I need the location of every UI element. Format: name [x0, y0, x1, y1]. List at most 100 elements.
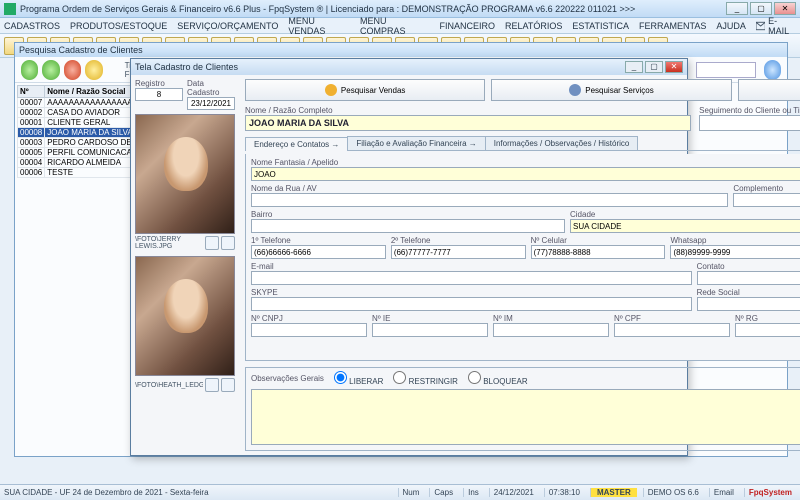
menu-estatistica[interactable]: ESTATISTICA	[572, 21, 629, 31]
rua-input[interactable]	[251, 193, 728, 207]
refresh-button[interactable]	[85, 60, 102, 80]
photo-1-path: \FOTO\JERRY LEWIS.JPG	[135, 236, 203, 250]
contato-input[interactable]	[697, 271, 800, 285]
menu-ferramentas[interactable]: FERRAMENTAS	[639, 21, 706, 31]
celular-label: Nº Celular	[531, 236, 666, 245]
cnpj-input[interactable]	[251, 323, 367, 337]
table-row[interactable]: 00005PERFIL COMUNICACAO	[18, 148, 144, 158]
table-row[interactable]: 00003PEDRO CARDOSO DE M	[18, 138, 144, 148]
radio-bloquear[interactable]: BLOQUEAR	[468, 371, 528, 386]
menu-ajuda[interactable]: AJUDA	[716, 21, 746, 31]
wrench-icon	[569, 84, 581, 96]
table-row-selected[interactable]: 00008JOAO MARIA DA SILVA	[18, 128, 144, 138]
client-photo-2[interactable]	[135, 256, 235, 376]
dialog-close-button[interactable]: ✕	[665, 61, 683, 73]
col-name[interactable]: Nome / Razão Social	[45, 86, 143, 98]
radio-restringir[interactable]: RESTRINGIR	[393, 371, 458, 386]
menu-vendas[interactable]: MENU VENDAS	[288, 16, 350, 36]
photo-2-zoom-button[interactable]	[221, 378, 235, 392]
pesquisar-vendas-button[interactable]: Pesquisar Vendas	[245, 79, 485, 101]
tel1-input[interactable]	[251, 245, 386, 259]
status-brand[interactable]: FpqSystem	[744, 488, 796, 497]
menu-relatorios[interactable]: RELATÓRIOS	[505, 21, 562, 31]
menu-compras[interactable]: MENU COMPRAS	[360, 16, 430, 36]
status-email[interactable]: Email	[709, 488, 738, 497]
menu-servico[interactable]: SERVIÇO/ORÇAMENTO	[177, 21, 278, 31]
dialog-maximize-button[interactable]: ▢	[645, 61, 663, 73]
data-cadastro-label: Data Cadastro	[187, 79, 235, 97]
photo-1-zoom-button[interactable]	[221, 236, 235, 250]
photo-2-browse-button[interactable]	[205, 378, 219, 392]
client-form: Pesquisar Vendas Pesquisar Serviços Pesq…	[239, 75, 800, 455]
close-button[interactable]: ✕	[774, 2, 796, 15]
menu-email[interactable]: E-MAIL	[756, 16, 796, 36]
menu-produtos[interactable]: PRODUTOS/ESTOQUE	[70, 21, 167, 31]
rede-social-label: Rede Social	[697, 288, 800, 297]
im-label: Nº IM	[493, 314, 609, 323]
status-num: Num	[398, 488, 424, 497]
status-version: DEMO OS 6.6	[643, 488, 703, 497]
data-cadastro-input[interactable]	[187, 97, 235, 110]
photo-1-browse-button[interactable]	[205, 236, 219, 250]
photo-2-path: \FOTO\HEATH_LEDGER_1	[135, 382, 203, 389]
col-number[interactable]: Nº	[18, 86, 45, 98]
observacoes-block: Observações Gerais LIBERAR RESTRINGIR BL…	[245, 367, 800, 451]
rede-social-input[interactable]	[697, 297, 800, 311]
menu-cadastros[interactable]: CADASTROS	[4, 21, 60, 31]
status-location: SUA CIDADE - UF 24 de Dezembro de 2021 -…	[4, 488, 392, 497]
table-row[interactable]: 00004RICARDO ALMEIDA	[18, 158, 144, 168]
bairro-label: Bairro	[251, 210, 565, 219]
nome-input[interactable]	[245, 115, 691, 131]
tab-informacoes[interactable]: Informações / Observações / Histórico	[485, 136, 639, 150]
dialog-minimize-button[interactable]: _	[625, 61, 643, 73]
seguimento-select[interactable]	[699, 115, 800, 131]
fantasia-input[interactable]	[251, 167, 800, 181]
observacoes-textarea[interactable]	[251, 389, 800, 445]
tel2-input[interactable]	[391, 245, 526, 259]
status-ins: Ins	[463, 488, 483, 497]
cidade-input[interactable]	[570, 219, 800, 233]
celular-input[interactable]	[531, 245, 666, 259]
skype-input[interactable]	[251, 297, 692, 311]
cpf-input[interactable]	[614, 323, 730, 337]
pesquisar-financeiro-button[interactable]: Pesquisar Financeiro	[738, 79, 800, 101]
seguimento-label: Seguimento do Cliente ou Tipo	[699, 106, 800, 115]
table-row[interactable]: 00007AAAAAAAAAAAAAAAA	[18, 98, 144, 108]
email-input[interactable]	[251, 271, 692, 285]
bairro-input[interactable]	[251, 219, 565, 233]
tab-endereco[interactable]: Endereço e Contatos →	[245, 137, 348, 151]
status-caps: Caps	[429, 488, 457, 497]
tab-filiacao[interactable]: Filiação e Avaliação Financeira →	[347, 136, 485, 150]
whatsapp-label: Whatsapp	[670, 236, 800, 245]
maximize-button[interactable]: ▢	[750, 2, 772, 15]
delete-button[interactable]	[64, 60, 81, 80]
whatsapp-input[interactable]	[670, 245, 800, 259]
email-label: E-mail	[251, 262, 692, 271]
dialog-titlebar: Tela Cadastro de Clientes _ ▢ ✕	[131, 59, 687, 75]
pesquisar-servicos-button[interactable]: Pesquisar Serviços	[491, 79, 731, 101]
status-time: 07:38:10	[544, 488, 584, 497]
table-row[interactable]: 00001CLIENTE GERAL	[18, 118, 144, 128]
fantasia-label: Nome Fantasia / Apelido	[251, 158, 800, 167]
radio-liberar[interactable]: LIBERAR	[334, 371, 383, 386]
nome-label: Nome / Razão Completo	[245, 106, 691, 115]
status-master: MASTER	[590, 488, 637, 497]
minimize-button[interactable]: _	[726, 2, 748, 15]
client-detail-dialog: Tela Cadastro de Clientes _ ▢ ✕ Registro…	[130, 58, 688, 456]
edit-button[interactable]	[42, 60, 59, 80]
photo-panel: Registro Data Cadastro \FOTO\JERRY LEWIS…	[131, 75, 239, 455]
client-photo-1[interactable]	[135, 114, 235, 234]
ie-input[interactable]	[372, 323, 488, 337]
rua-label: Nome da Rua / AV	[251, 184, 728, 193]
menu-financeiro[interactable]: FINANCEIRO	[439, 21, 495, 31]
registro-input[interactable]	[135, 88, 183, 101]
rg-input[interactable]	[735, 323, 800, 337]
detail-tabs: Endereço e Contatos → Filiação e Avaliaç…	[245, 136, 800, 151]
add-button[interactable]	[21, 60, 38, 80]
table-row[interactable]: 00006TESTE	[18, 168, 144, 178]
ie-label: Nº IE	[372, 314, 488, 323]
complemento-input[interactable]	[733, 193, 800, 207]
im-input[interactable]	[493, 323, 609, 337]
table-row[interactable]: 00002CASA DO AVIADOR	[18, 108, 144, 118]
skype-label: SKYPE	[251, 288, 692, 297]
